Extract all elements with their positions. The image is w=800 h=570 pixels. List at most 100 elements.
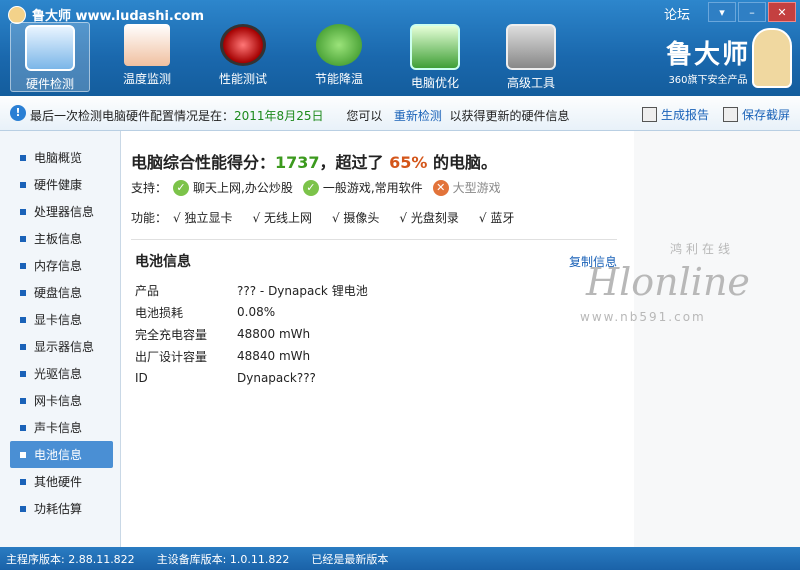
tool-label: 高级工具 — [506, 76, 555, 90]
bullet-icon — [20, 317, 26, 323]
close-icon[interactable]: ✕ — [768, 2, 796, 22]
tool-temperature[interactable]: 温度监测 — [108, 22, 186, 90]
watermark: 鸿利在线 Hlonline www.nb591.com — [570, 240, 790, 330]
table-row: ID Dynapack??? — [135, 367, 368, 389]
minimize-icon[interactable]: – — [738, 2, 766, 22]
sidebar-item-power[interactable]: 功耗估算 — [10, 495, 113, 522]
feature-item: √ 独立显卡 — [173, 211, 233, 225]
sidebar-item-disk[interactable]: 硬盘信息 — [10, 279, 113, 306]
sidebar-item-motherboard[interactable]: 主板信息 — [10, 225, 113, 252]
brand-logo: 鲁大师 — [665, 40, 750, 70]
watermark-en: Hlonline — [586, 260, 750, 304]
camera-icon — [722, 107, 738, 122]
field-label: 完全充电容量 — [135, 327, 208, 342]
support-text: 聊天上网,办公炒股 — [193, 181, 293, 195]
sidebar-item-battery[interactable]: 电池信息 — [10, 441, 113, 468]
bullet-icon — [20, 506, 26, 512]
main-version: 主程序版本: 2.88.11.822 — [6, 552, 135, 566]
sidebar-item-label: 显示器信息 — [34, 340, 95, 354]
sidebar-item-label: 光驱信息 — [34, 367, 83, 381]
battery-info-table: 产品 ??? - Dynapack 锂电池 电池损耗 0.08% 完全充电容量 488… — [135, 279, 368, 389]
sidebar-item-optical[interactable]: 光驱信息 — [10, 360, 113, 387]
bullet-icon — [20, 263, 26, 269]
computer-magnifier-icon — [25, 25, 75, 71]
generate-report-button[interactable]: 生成报告 — [641, 106, 709, 123]
tool-performance[interactable]: 性能测试 — [204, 22, 282, 90]
brand-slogan: 360旗下安全产品 — [668, 75, 748, 86]
forum-link[interactable]: 论坛 — [664, 4, 690, 23]
check-circle-icon: ✓ — [173, 179, 190, 196]
table-row: 完全充电容量 48800 mWh — [135, 323, 368, 345]
sidebar-item-audio[interactable]: 声卡信息 — [10, 414, 113, 441]
sidebar-item-label: 内存信息 — [34, 259, 83, 273]
sidebar-item-display[interactable]: 显示器信息 — [10, 333, 113, 360]
sidebar-item-label: 主板信息 — [34, 232, 83, 246]
tool-label: 硬件检测 — [25, 77, 74, 91]
feature-item: √ 光盘刻录 — [399, 211, 459, 225]
table-row: 电池损耗 0.08% — [135, 301, 368, 323]
field-value: 0.08% — [237, 305, 276, 319]
feature-item: √ 摄像头 — [331, 211, 380, 225]
watermark-cn: 鸿利在线 — [670, 242, 735, 256]
thermometer-icon — [124, 24, 170, 66]
right-pane — [634, 131, 800, 547]
tool-advanced[interactable]: 高级工具 — [492, 22, 570, 90]
window-controls: ▾ – ✕ — [708, 2, 796, 22]
bullet-icon — [20, 344, 26, 350]
app-logo-icon — [8, 5, 26, 24]
tool-hardware-detect[interactable]: 硬件检测 — [10, 22, 90, 92]
sidebar-item-overview[interactable]: 电脑概览 — [10, 144, 113, 171]
last-check-message: 最后一次检测电脑硬件配置情况是在：2011年8月25日 您可以 重新检测 以获得… — [30, 107, 570, 124]
db-version: 主设备库版本: 1.0.11.822 — [156, 552, 290, 566]
score-value: 1737 — [275, 153, 320, 172]
bullet-icon — [20, 236, 26, 242]
bullet-icon — [20, 398, 26, 404]
feature-item: √ 蓝牙 — [478, 211, 515, 225]
table-row: 产品 ??? - Dynapack 锂电池 — [135, 279, 368, 301]
field-value: 48840 mWh — [237, 349, 311, 363]
score-percent: 65% — [389, 153, 428, 172]
info-actions: 生成报告 保存截屏 — [641, 106, 790, 123]
sidebar-item-label: 电池信息 — [34, 448, 83, 462]
monitor-broom-icon — [410, 24, 460, 70]
gauge-icon — [220, 24, 266, 66]
sidebar-item-label: 电脑概览 — [34, 151, 83, 165]
features-row: 功能： √ 独立显卡 √ 无线上网 √ 摄像头 √ 光盘刻录 √ 蓝牙 — [131, 209, 534, 226]
sidebar-item-health[interactable]: 硬件健康 — [10, 171, 113, 198]
sidebar-item-label: 声卡信息 — [34, 421, 83, 435]
clover-fan-icon — [316, 24, 362, 66]
field-value: Dynapack??? — [237, 371, 316, 385]
recheck-link[interactable]: 重新检测 — [394, 109, 442, 123]
bullet-icon — [20, 371, 26, 377]
info-suffix: 以获得更新的硬件信息 — [449, 109, 570, 123]
toolbox-icon — [506, 24, 556, 70]
save-screenshot-button[interactable]: 保存截屏 — [722, 106, 790, 123]
info-mid: 您可以 — [346, 109, 383, 123]
field-label: ID — [135, 371, 148, 385]
menu-dropdown-icon[interactable]: ▾ — [708, 2, 736, 22]
support-text: 一般游戏,常用软件 — [322, 181, 423, 195]
brand: 鲁大师 360旗下安全产品 — [666, 34, 750, 86]
sidebar-item-memory[interactable]: 内存信息 — [10, 252, 113, 279]
tool-energy[interactable]: 节能降温 — [300, 22, 378, 90]
sidebar-item-other[interactable]: 其他硬件 — [10, 468, 113, 495]
tool-label: 电脑优化 — [410, 76, 459, 90]
field-value: ??? - Dynapack 锂电池 — [237, 283, 368, 298]
table-row: 出厂设计容量 48840 mWh — [135, 345, 368, 367]
main-toolbar: 硬件检测 温度监测 性能测试 节能降温 电脑优化 高级工具 — [10, 22, 588, 92]
last-check-date: 2011年8月25日 — [234, 109, 324, 123]
tool-label: 温度监测 — [122, 72, 171, 86]
sidebar-item-cpu[interactable]: 处理器信息 — [10, 198, 113, 225]
sidebar-item-network[interactable]: 网卡信息 — [10, 387, 113, 414]
check-circle-icon: ✓ — [302, 179, 319, 196]
bullet-icon — [20, 209, 26, 215]
bullet-icon — [20, 155, 26, 161]
sidebar-item-label: 其他硬件 — [34, 475, 83, 489]
update-state: 已经是最新版本 — [311, 552, 389, 566]
section-title: 电池信息 — [135, 254, 191, 270]
mascot-icon — [752, 28, 792, 88]
tool-optimize[interactable]: 电脑优化 — [396, 22, 474, 90]
field-value: 48800 mWh — [237, 327, 311, 341]
sidebar-item-gpu[interactable]: 显卡信息 — [10, 306, 113, 333]
sidebar: 电脑概览 硬件健康 处理器信息 主板信息 内存信息 硬盘信息 显卡信息 显示器信… — [0, 131, 121, 547]
